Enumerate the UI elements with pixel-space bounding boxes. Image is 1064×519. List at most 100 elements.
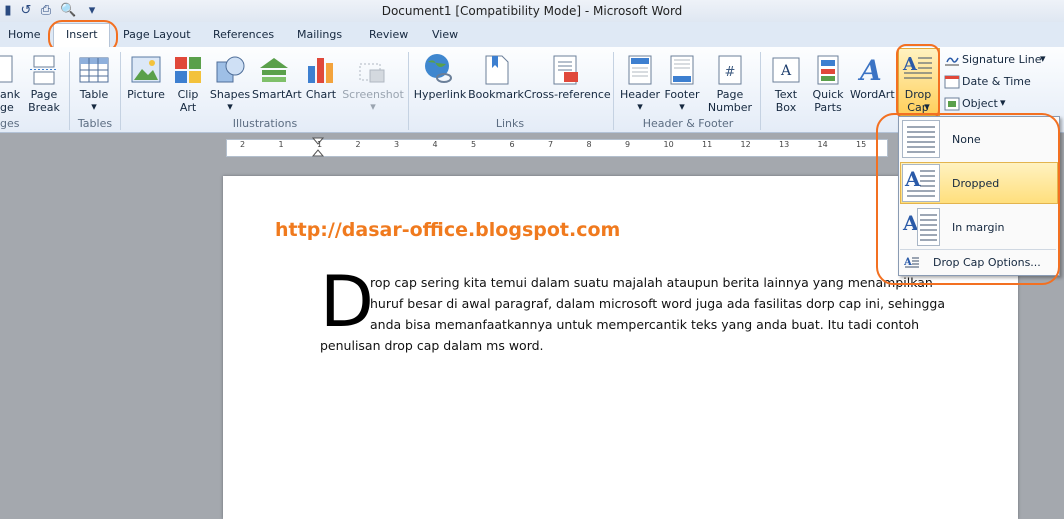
- footer-button[interactable]: [666, 54, 698, 86]
- tables-group-label: Tables: [77, 117, 113, 130]
- text-box-button[interactable]: A: [770, 54, 802, 86]
- tab-page-layout[interactable]: Page Layout: [123, 28, 191, 41]
- ruler-number: 8: [586, 140, 592, 149]
- ruler-number: 11: [702, 140, 713, 149]
- separator: [120, 52, 121, 130]
- svg-text:A: A: [857, 54, 882, 86]
- shapes-icon: [216, 56, 245, 83]
- smartart-label: SmartArt: [252, 88, 302, 101]
- bookmark-label: Bookmark: [468, 88, 524, 101]
- svg-text:A: A: [780, 63, 792, 79]
- object-icon: [944, 97, 960, 111]
- chart-label: Chart: [305, 88, 337, 101]
- wordart-button[interactable]: A: [856, 52, 888, 87]
- links-group-label: Links: [495, 117, 525, 130]
- cross-reference-icon: [553, 55, 578, 85]
- page-break-button[interactable]: [28, 54, 60, 86]
- smartart-icon: [260, 58, 288, 82]
- footer-icon: [670, 55, 694, 85]
- tab-home[interactable]: Home: [8, 28, 40, 41]
- drop-cap-letter: D: [320, 261, 374, 343]
- picture-label: Picture: [127, 88, 165, 101]
- ruler-number: 3: [394, 140, 400, 149]
- page-number-button[interactable]: #: [714, 54, 746, 86]
- bookmark-icon: [485, 55, 509, 85]
- page-break-label: Page Break: [28, 88, 60, 114]
- ruler-number: 10: [663, 140, 674, 149]
- ruler-number: 14: [817, 140, 828, 149]
- tab-mailings[interactable]: Mailings: [297, 28, 342, 41]
- wordart-label: WordArt: [850, 88, 895, 101]
- ruler-number: 12: [740, 140, 751, 149]
- ruler-number: 2: [355, 140, 361, 149]
- tab-review[interactable]: Review: [369, 28, 408, 41]
- paragraph-line: penulisan drop cap dalam ms word.: [320, 338, 544, 353]
- smartart-button[interactable]: [258, 54, 290, 86]
- picture-button[interactable]: [130, 54, 162, 86]
- paragraph-line: huruf besar di awal paragraf, dalam micr…: [370, 296, 946, 311]
- illustrations-group-label: Illustrations: [232, 117, 298, 130]
- signature-line-button[interactable]: Signature Line: [962, 53, 1042, 66]
- document-url: http://dasar-office.blogspot.com: [275, 219, 621, 241]
- clip-art-icon: [175, 57, 201, 83]
- header-footer-group-label: Header & Footer: [642, 117, 734, 130]
- text-box-label: Text Box: [774, 88, 798, 114]
- date-time-button[interactable]: Date & Time: [962, 75, 1031, 88]
- chart-icon: [308, 58, 333, 83]
- ruler-number: 1: [278, 140, 284, 149]
- chart-button[interactable]: [305, 54, 337, 86]
- ruler-number: 6: [509, 140, 515, 149]
- cross-reference-label: Cross-reference: [524, 88, 611, 101]
- footer-dropdown-icon[interactable]: ▾: [660, 100, 704, 113]
- cross-reference-button[interactable]: [550, 54, 582, 86]
- blank-page-button[interactable]: [0, 54, 14, 86]
- quick-parts-label: Quick Parts: [812, 88, 844, 114]
- picture-icon: [131, 56, 161, 83]
- drop-cap-annotation-ring: [896, 44, 940, 120]
- clip-art-button[interactable]: [172, 54, 204, 86]
- table-dropdown-icon[interactable]: ▾: [76, 100, 112, 113]
- table-button[interactable]: [78, 54, 110, 86]
- blank-page-icon: [0, 55, 13, 83]
- ruler-number: 9: [625, 140, 631, 149]
- window-title: Document1 [Compatibility Mode] - Microso…: [381, 4, 683, 18]
- ruler-number: 1: [317, 140, 323, 149]
- tab-references[interactable]: References: [213, 28, 274, 41]
- shapes-button[interactable]: [214, 54, 246, 86]
- ruler-number: 7: [548, 140, 554, 149]
- page-break-icon: [30, 55, 58, 85]
- blank-page-label: ank ge: [0, 88, 21, 114]
- page-number-label: Page Number: [707, 88, 753, 114]
- ruler-number: 13: [779, 140, 790, 149]
- ruler-number: 5: [471, 140, 477, 149]
- separator: [408, 52, 409, 130]
- ruler-number: 15: [856, 140, 867, 149]
- date-time-icon: [944, 75, 960, 89]
- paragraph-line: rop cap sering kita temui dalam suatu ma…: [370, 275, 933, 290]
- drop-cap-menu-annotation-ring: [876, 113, 1060, 285]
- tab-view[interactable]: View: [432, 28, 458, 41]
- quick-parts-icon: [817, 55, 839, 85]
- ruler-numbers: 2 1 1 2 3 4 5 6 7 8 9 10 11 12 13 14 15: [226, 140, 886, 154]
- table-icon: [79, 57, 109, 83]
- wordart-icon: A: [857, 54, 882, 87]
- separator: [613, 52, 614, 130]
- object-button[interactable]: Object: [962, 97, 998, 110]
- hyperlink-label: Hyperlink: [413, 88, 467, 101]
- ruler-number: 2: [240, 140, 246, 149]
- separator: [760, 52, 761, 130]
- signature-line-dropdown-icon[interactable]: ▾: [1040, 52, 1046, 65]
- header-dropdown-icon[interactable]: ▾: [618, 100, 662, 113]
- shapes-dropdown-icon[interactable]: ▾: [208, 100, 252, 113]
- header-icon: [628, 55, 652, 85]
- quick-parts-button[interactable]: [812, 54, 844, 86]
- object-dropdown-icon[interactable]: ▾: [1000, 96, 1006, 109]
- pages-group-label: ges: [0, 117, 20, 130]
- separator: [69, 52, 70, 130]
- bookmark-button[interactable]: [480, 54, 512, 86]
- clip-art-label: Clip Art: [177, 88, 199, 114]
- screenshot-button: [356, 54, 388, 86]
- hyperlink-button[interactable]: [422, 52, 456, 86]
- page-number-icon: #: [718, 55, 742, 85]
- header-button[interactable]: [624, 54, 656, 86]
